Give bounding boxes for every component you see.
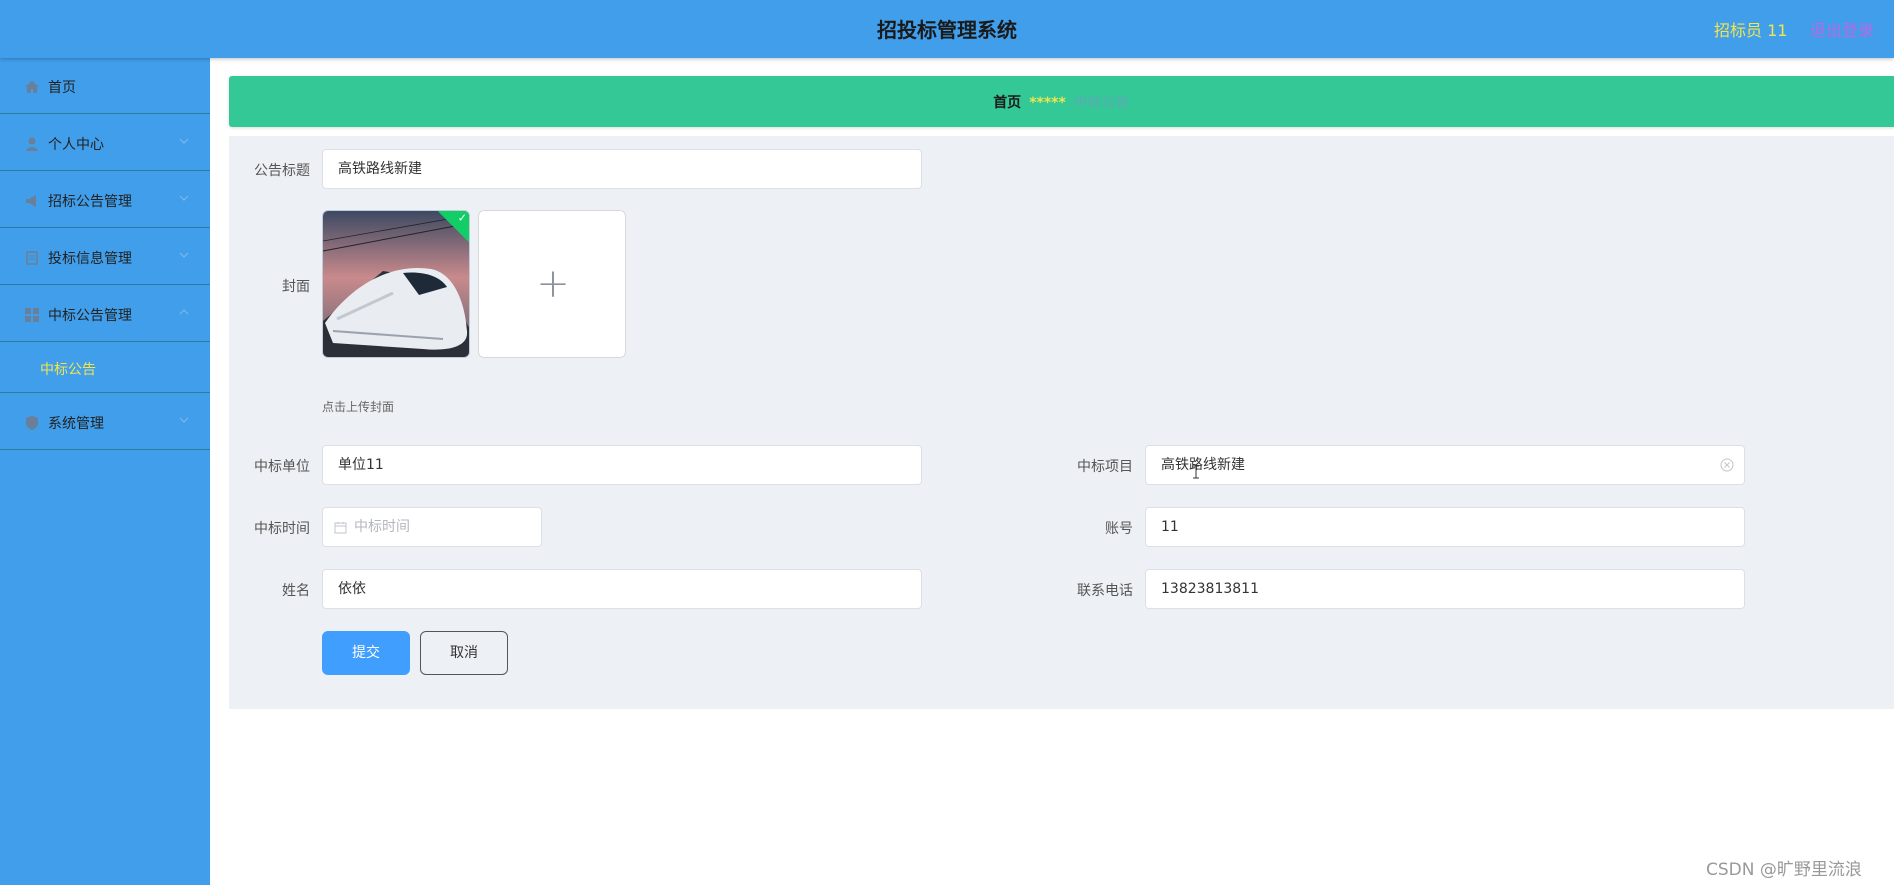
sidebar-item-personal-center[interactable]: 个人中心: [0, 115, 210, 171]
cover-upload-tip: 点击上传封面: [322, 400, 395, 414]
sidebar-item-system[interactable]: 系统管理: [0, 394, 210, 450]
chevron-down-icon: [179, 195, 189, 201]
time-picker-placeholder: 中标时间: [354, 519, 410, 535]
sidebar-item-label: 首页: [48, 80, 76, 96]
chevron-down-icon: [179, 417, 189, 423]
train-image: [323, 211, 469, 357]
megaphone-icon: [26, 195, 36, 207]
top-header: 招投标管理系统 招标员 11 退出登录: [0, 0, 1894, 58]
chevron-down-icon: [179, 138, 189, 144]
cancel-button[interactable]: 取消: [420, 631, 508, 675]
sidebar-item-label: 系统管理: [48, 416, 104, 432]
sidebar-item-bid-info[interactable]: 投标信息管理: [0, 229, 210, 285]
calendar-icon: [334, 522, 347, 534]
sidebar-item-label: 个人中心: [48, 137, 104, 153]
check-icon: ✓: [457, 211, 467, 225]
clear-icon[interactable]: [1720, 458, 1734, 472]
breadcrumb: 首页 ***** 中标公告: [229, 76, 1894, 127]
name-label: 姓名: [282, 583, 310, 599]
home-icon: [25, 81, 39, 93]
time-picker[interactable]: 中标时间: [322, 507, 542, 547]
watermark: CSDN @旷野里流浪: [1706, 860, 1862, 880]
project-label: 中标项目: [1077, 459, 1133, 475]
user-icon: [26, 137, 38, 151]
cover-label: 封面: [282, 279, 310, 295]
sidebar-item-label: 投标信息管理: [48, 251, 132, 267]
sidebar: 首页 个人中心 招标公告管理 投标信息管理 中标公告管理 中标公告 系统管理: [0, 58, 210, 885]
plus-icon: +: [536, 261, 570, 307]
breadcrumb-separator: *****: [1029, 95, 1066, 111]
breadcrumb-current: 中标公告: [1073, 95, 1130, 111]
title-input[interactable]: 高铁路线新建: [322, 149, 922, 189]
cover-upload-button[interactable]: +: [478, 210, 626, 358]
account-input[interactable]: 11: [1145, 507, 1745, 547]
sidebar-subitem-label: 中标公告: [40, 362, 96, 378]
project-input-value: 高铁路线新建: [1161, 457, 1245, 473]
phone-label: 联系电话: [1077, 583, 1133, 599]
app-title: 招投标管理系统: [877, 18, 1017, 42]
sidebar-item-label: 招标公告管理: [48, 194, 132, 210]
title-label: 公告标题: [254, 163, 310, 179]
document-icon: [26, 251, 38, 265]
company-label: 中标单位: [254, 459, 310, 475]
project-input[interactable]: 高铁路线新建: [1145, 445, 1745, 485]
phone-input[interactable]: 13823813811: [1145, 569, 1745, 609]
company-input[interactable]: 单位11: [322, 445, 922, 485]
logout-link[interactable]: 退出登录: [1810, 17, 1874, 41]
chevron-up-icon: [179, 309, 189, 315]
time-label: 中标时间: [254, 521, 310, 537]
chevron-down-icon: [179, 252, 189, 258]
current-user-label: 招标员 11: [1714, 21, 1788, 40]
sidebar-item-award-notice[interactable]: 中标公告管理: [0, 286, 210, 342]
sidebar-subitem-award-notice[interactable]: 中标公告: [0, 343, 210, 393]
sidebar-item-tender-notice[interactable]: 招标公告管理: [0, 172, 210, 228]
breadcrumb-home[interactable]: 首页: [993, 95, 1021, 111]
submit-button[interactable]: 提交: [322, 631, 410, 675]
shield-icon: [26, 416, 38, 430]
grid-icon: [25, 308, 39, 322]
account-label: 账号: [1105, 521, 1133, 537]
sidebar-item-label: 中标公告管理: [48, 308, 132, 324]
text-cursor-icon: [1193, 465, 1199, 479]
cover-image-thumbnail[interactable]: ✓: [322, 210, 470, 358]
sidebar-item-home[interactable]: 首页: [0, 58, 210, 114]
name-input[interactable]: 依依: [322, 569, 922, 609]
